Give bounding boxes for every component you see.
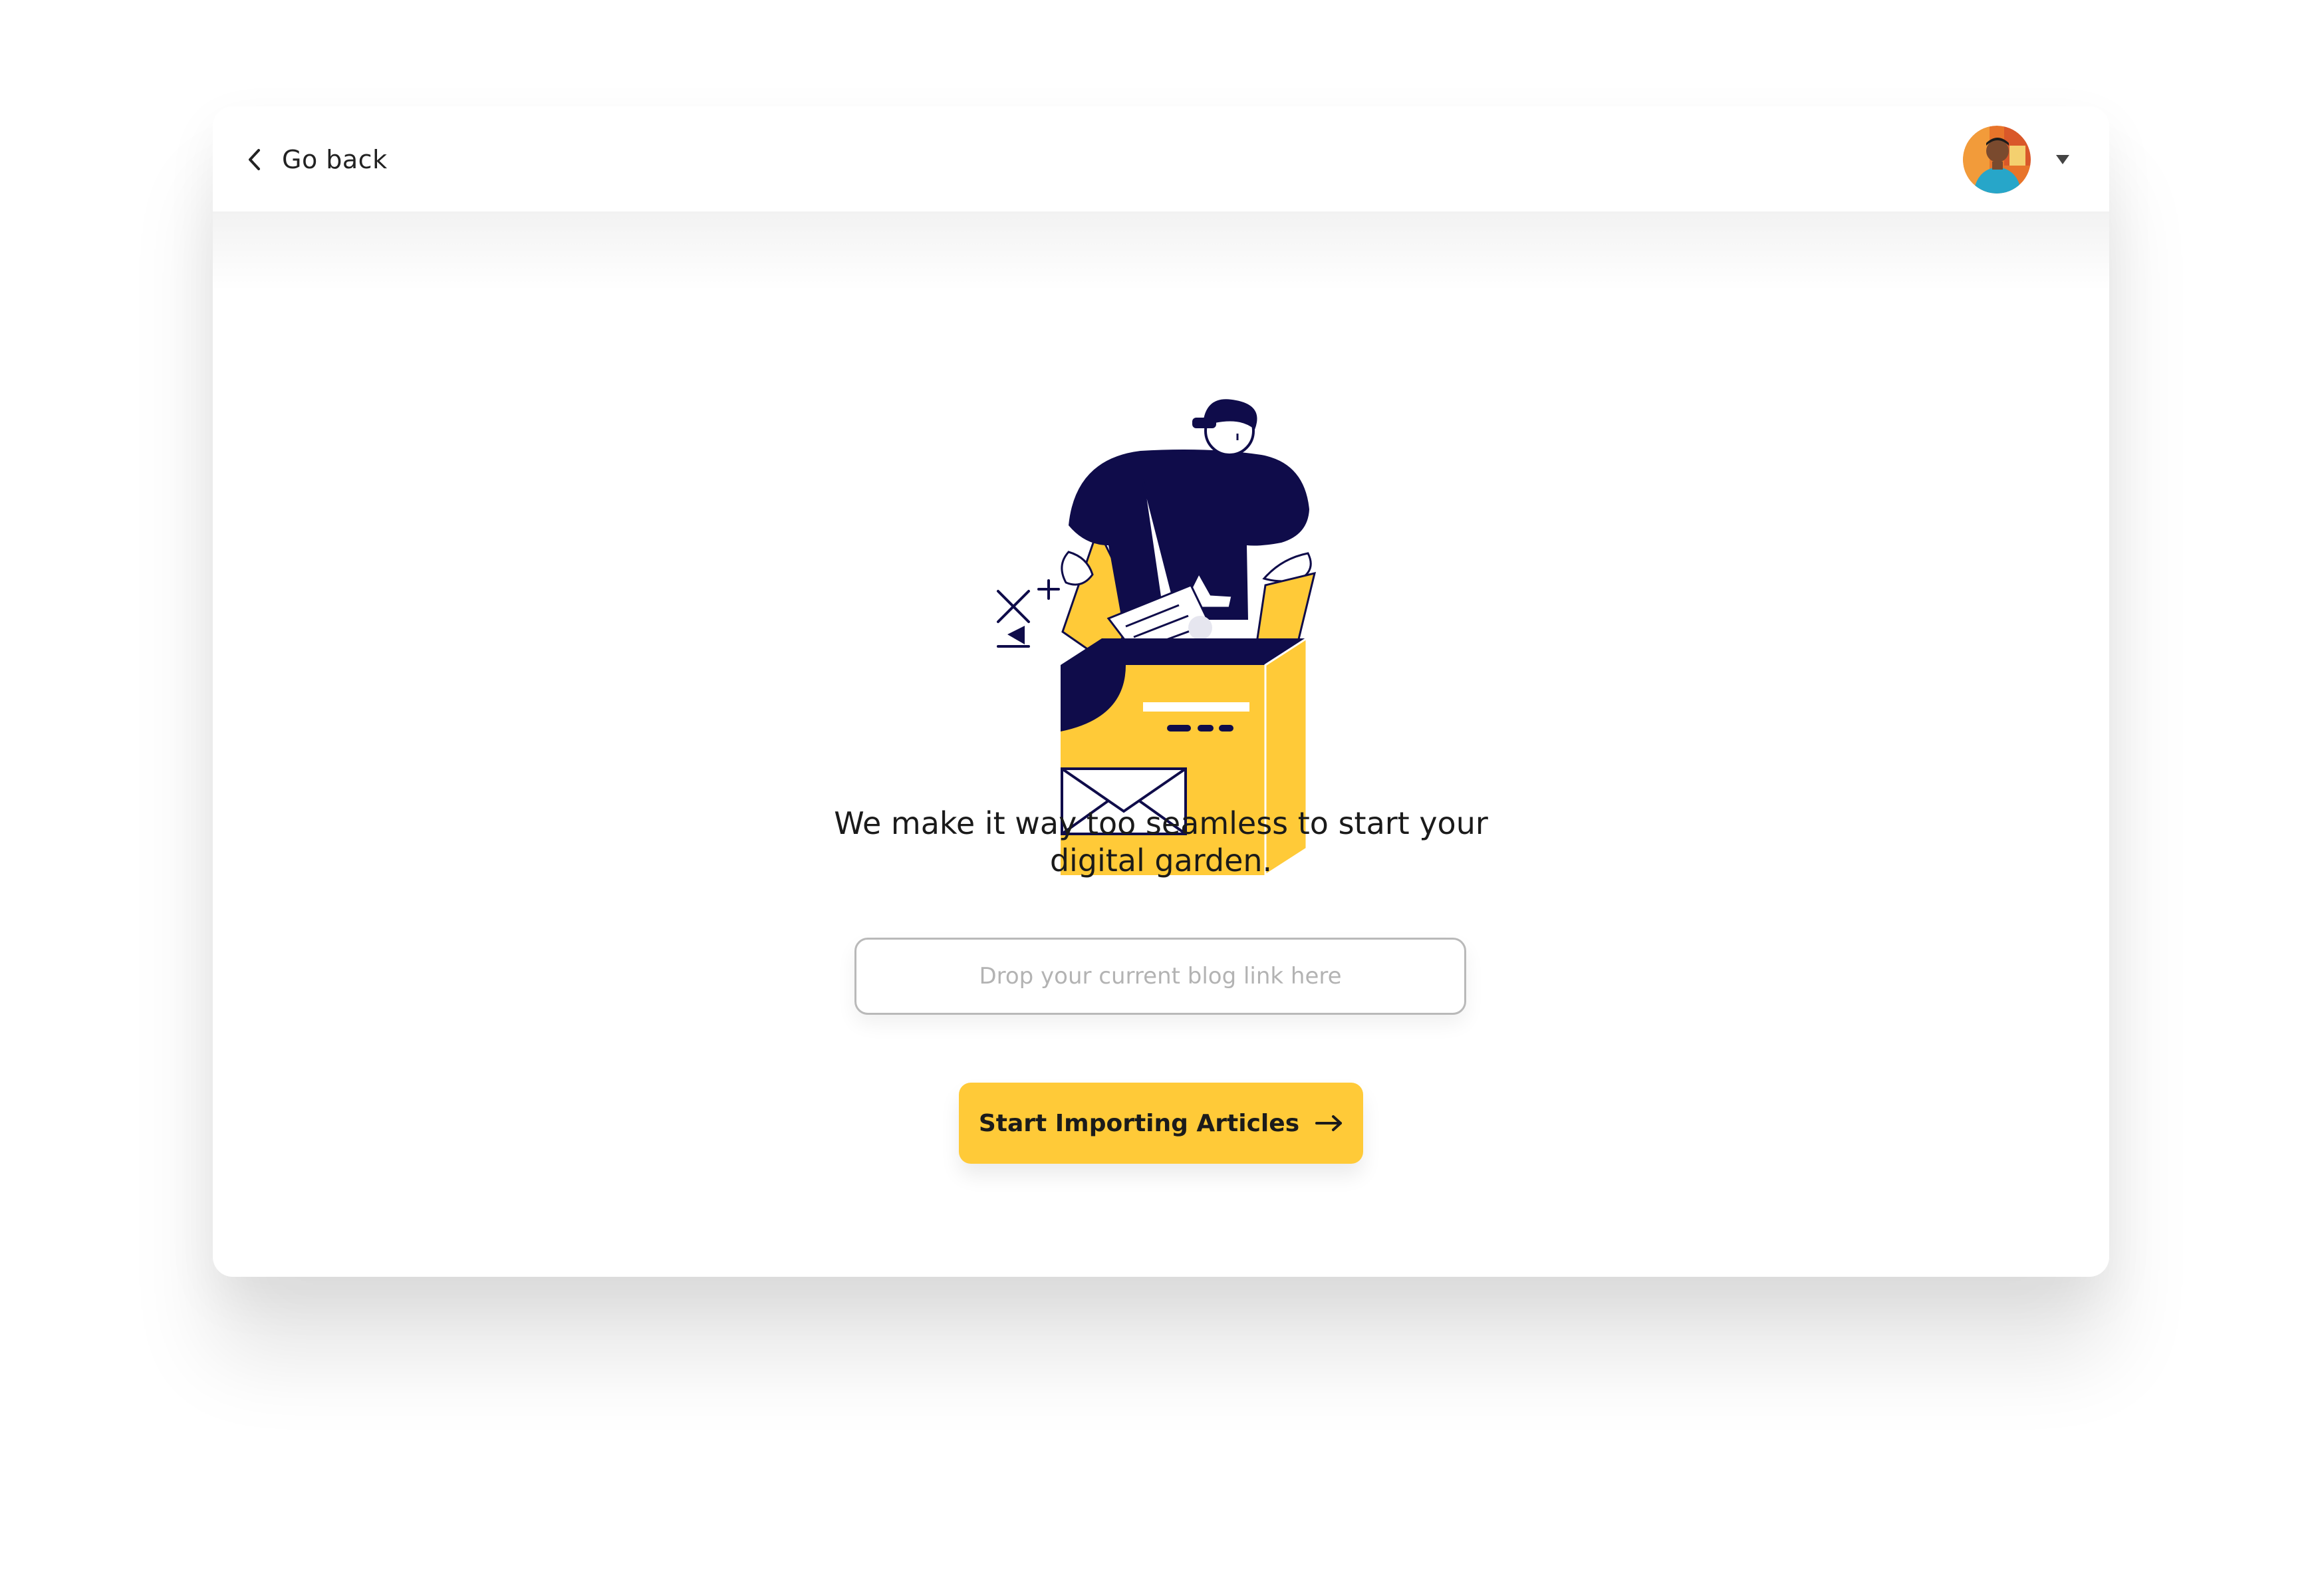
start-importing-button[interactable]: Start Importing Articles bbox=[959, 1083, 1363, 1164]
headline-line-2: digital garden. bbox=[1049, 843, 1273, 878]
headline: We make it way too seamless to start you… bbox=[213, 805, 2109, 879]
blog-link-input[interactable] bbox=[854, 938, 1466, 1015]
chevron-down-icon[interactable] bbox=[2056, 155, 2069, 164]
headline-line-1: We make it way too seamless to start you… bbox=[834, 805, 1488, 841]
arrow-right-icon bbox=[1315, 1115, 1343, 1132]
user-menu[interactable] bbox=[1963, 125, 2069, 194]
app-window: Go back We make it way too seamless to s… bbox=[213, 106, 2109, 1277]
top-bar: Go back bbox=[213, 106, 2109, 211]
avatar[interactable] bbox=[1963, 126, 2031, 194]
top-bar-divider bbox=[213, 211, 2109, 291]
go-back-button[interactable]: Go back bbox=[246, 133, 388, 186]
start-importing-label: Start Importing Articles bbox=[978, 1109, 1300, 1137]
go-back-label: Go back bbox=[282, 145, 388, 174]
import-box-illustration bbox=[997, 399, 1317, 877]
chevron-left-icon bbox=[246, 146, 262, 173]
